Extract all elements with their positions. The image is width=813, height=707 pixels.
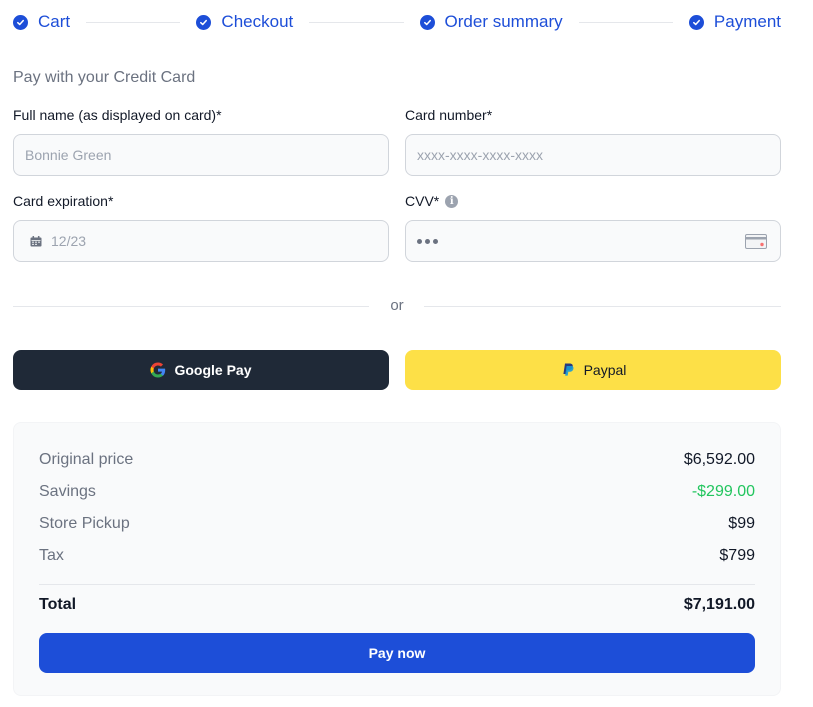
full-name-placeholder: Bonnie Green [25, 147, 112, 163]
summary-separator [39, 584, 755, 585]
step-connector [309, 21, 404, 23]
google-icon [150, 362, 166, 378]
step-label: Payment [713, 12, 782, 31]
divider-or: or [390, 297, 404, 314]
card-number-input[interactable]: xxxx-xxxx-xxxx-xxxx [405, 134, 781, 176]
card-expiration-input[interactable]: 12/23 [13, 220, 389, 262]
summary-value: $99 [728, 515, 755, 532]
card-expiration-label: Card expiration* [13, 193, 113, 209]
divider-line-right [424, 306, 781, 307]
card-number-label: Card number* [405, 107, 492, 123]
full-name-label: Full name (as displayed on card)* [13, 107, 222, 123]
cvv-label-text: CVV* [405, 193, 440, 209]
summary-row-original-price: Original price $6,592.00 [39, 451, 755, 469]
summary-row-total: Total $7,191.00 [39, 596, 755, 614]
pay-now-button[interactable]: Pay now [39, 633, 755, 673]
credit-card-icon [745, 234, 767, 249]
summary-label: Savings [39, 483, 96, 500]
summary-label: Store Pickup [39, 515, 130, 532]
summary-row-store-pickup: Store Pickup $99 [39, 515, 755, 533]
step-order-summary[interactable]: Order summary [419, 12, 563, 32]
check-circle-icon [13, 14, 28, 30]
google-pay-button[interactable]: Google Pay [13, 350, 389, 390]
step-cart[interactable]: Cart [13, 12, 70, 32]
step-label: Checkout [221, 12, 294, 31]
full-name-label-text: Full name (as displayed on card)* [13, 107, 222, 123]
total-label: Total [39, 596, 77, 613]
card-expiration-label-text: Card expiration* [13, 193, 114, 209]
summary-row-savings: Savings -$299.00 [39, 483, 755, 501]
check-circle-icon [196, 14, 212, 30]
card-expiration-placeholder: 12/23 [51, 233, 87, 249]
order-summary-panel: Original price $6,592.00 Savings -$299.0… [13, 422, 781, 696]
step-payment[interactable]: Payment [688, 12, 782, 32]
dot [425, 238, 430, 244]
card-number-label-text: Card number* [405, 107, 493, 123]
paypal-icon [562, 363, 574, 376]
cvv-label: CVV* i [405, 193, 459, 209]
summary-value: $799 [719, 547, 755, 564]
step-connector [578, 21, 673, 23]
step-connector [86, 21, 181, 23]
summary-label: Tax [39, 547, 64, 564]
calendar-icon [30, 235, 42, 246]
cvv-input[interactable] [405, 220, 781, 262]
step-label: Order summary [444, 12, 563, 31]
dot [433, 238, 438, 244]
checkout-stepper: Cart Checkout Order summary Payment [13, 8, 781, 36]
check-circle-icon [688, 14, 704, 30]
step-label: Cart [38, 12, 71, 31]
check-circle-icon [419, 14, 435, 30]
step-checkout[interactable]: Checkout [196, 12, 293, 32]
divider-line-left [13, 306, 369, 307]
paypal-label: Paypal [583, 362, 627, 378]
summary-row-tax: Tax $799 [39, 547, 755, 565]
paypal-button[interactable]: Paypal [405, 350, 781, 390]
full-name-input[interactable]: Bonnie Green [13, 134, 389, 176]
info-icon[interactable]: i [445, 194, 459, 208]
cvv-placeholder-dots [417, 238, 438, 244]
section-title: Pay with your Credit Card [13, 69, 196, 86]
total-value: $7,191.00 [683, 596, 755, 613]
card-number-placeholder: xxxx-xxxx-xxxx-xxxx [417, 147, 543, 163]
summary-label: Original price [39, 451, 134, 468]
summary-value: -$299.00 [691, 483, 755, 500]
summary-value: $6,592.00 [683, 451, 755, 468]
google-pay-label: Google Pay [174, 362, 252, 378]
dot [417, 238, 422, 244]
